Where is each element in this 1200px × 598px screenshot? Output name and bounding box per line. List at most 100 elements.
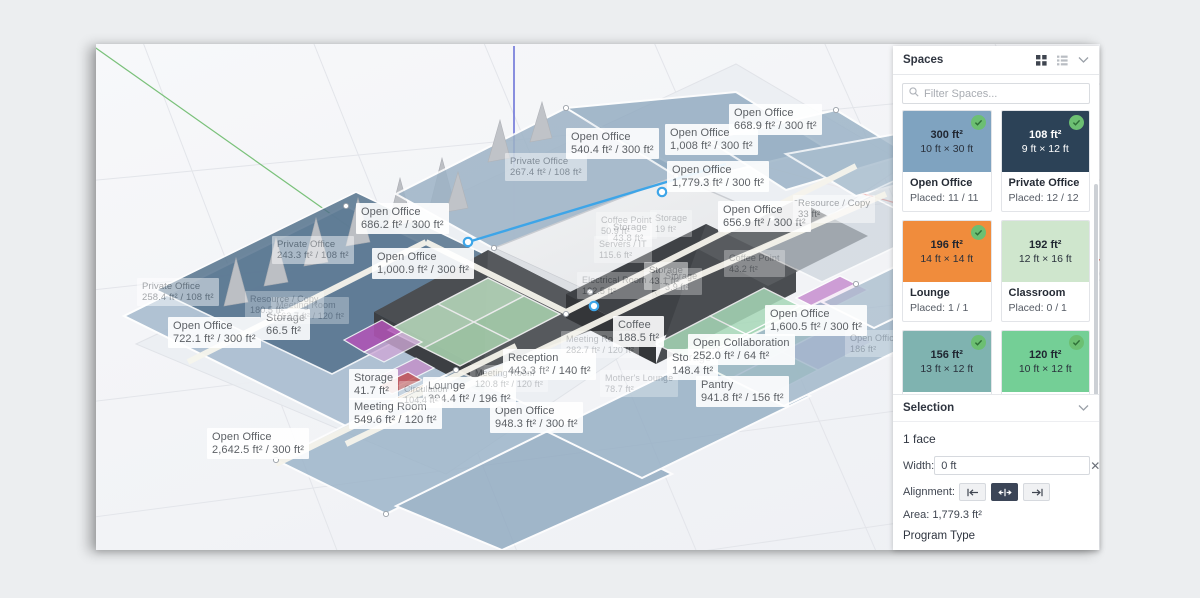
filter-spaces-wrap: [893, 75, 1099, 110]
space-swatch[interactable]: 108 ft² 9 ft × 12 ft: [1001, 111, 1089, 172]
panel-title: Spaces: [903, 54, 944, 66]
room-label-name: Resource / Copy: [798, 198, 871, 209]
room-label-value: 41.7 ft²: [354, 384, 390, 397]
space-card[interactable]: 120 ft²10 ft × 12 ftMeeting RoomPlaced: …: [1000, 330, 1090, 394]
space-placed-count: Placed: 1 / 1: [910, 302, 969, 314]
room-label-value: 1,779.3 ft² / 300 ft²: [672, 176, 764, 189]
filter-spaces-input[interactable]: [924, 87, 1083, 100]
room-label: Coffee Point 50.9 ft²: [596, 212, 657, 239]
room-label-name: Coffee Point: [729, 253, 780, 263]
room-label-value: 50.9 ft²: [601, 225, 630, 236]
selection-section: Selection 1 face Width: ✕ Alignment:: [893, 394, 1100, 550]
space-card[interactable]: 300 ft² 10 ft × 30 ft Open Office Placed: 1…: [902, 110, 992, 212]
room-label: Open Office 686.2 ft² / 300 ft²: [356, 203, 449, 234]
room-label-name: Open Office: [734, 107, 794, 119]
room-label-value: 78.7 ft²: [605, 383, 634, 394]
room-label-value: 686.2 ft² / 300 ft²: [361, 218, 444, 231]
room-label-value: 2,642.5 ft² / 300 ft²: [212, 443, 304, 456]
list-view-icon[interactable]: [1054, 52, 1070, 68]
selection-face-count: 1 face: [903, 432, 936, 446]
width-row: Width: ✕: [903, 456, 1100, 475]
space-swatch[interactable]: 196 ft² 14 ft × 14 ft: [903, 221, 991, 282]
room-label: Open Office 668.9 ft² / 300 ft²: [729, 104, 822, 135]
width-input[interactable]: [934, 456, 1091, 475]
room-label-name: Mother's Lounge: [605, 373, 674, 383]
selection-title: Selection: [903, 402, 955, 414]
room-label-value: 43.2 ft²: [729, 263, 758, 274]
spaces-panel-header: Spaces: [893, 46, 1099, 75]
room-label-value: 180.5 ft²: [250, 304, 284, 315]
space-dimensions: 12 ft × 16 ft: [1018, 252, 1072, 265]
selection-header: Selection: [893, 395, 1099, 422]
space-placed-count: Placed: 12 / 12: [1008, 192, 1079, 204]
chevron-down-icon[interactable]: [1075, 52, 1091, 68]
room-label-name: Open Office: [173, 320, 233, 332]
room-label: Open Office 1,779.3 ft² / 300 ft²: [667, 161, 769, 192]
room-label-value: 668.9 ft² / 300 ft²: [734, 119, 817, 132]
room-label-value: 186 ft²: [850, 343, 877, 354]
space-area: 300 ft²: [930, 128, 963, 141]
room-label-name: Open Office: [571, 131, 631, 143]
alignment-row: Alignment:: [903, 483, 1089, 501]
room-label: Electrical Room 122.5 ft²: [577, 272, 652, 299]
room-label: Storage 3.9 ft²: [660, 268, 703, 295]
room-label-value: 243.3 ft² / 108 ft²: [277, 250, 349, 261]
room-label-name: Meeting Room: [475, 368, 535, 378]
spaces-scroll-area[interactable]: 300 ft² 10 ft × 30 ft Open Office Placed: 1…: [893, 110, 1099, 394]
space-placed-count: Placed: 11 / 11: [910, 192, 979, 204]
space-card-body: Meeting RoomPlaced: 8 / 8: [1002, 392, 1090, 394]
space-card[interactable]: 108 ft² 9 ft × 12 ft Private Office Placed:…: [1000, 110, 1090, 212]
grid-view-icon[interactable]: [1033, 52, 1049, 68]
align-right-button[interactable]: [1023, 483, 1050, 501]
spaces-scrollbar[interactable]: [1094, 184, 1098, 394]
room-label-value: 120.8 ft² / 120 ft²: [475, 378, 543, 389]
space-area: 192 ft²: [1029, 238, 1062, 251]
room-label: Open Office 722.1 ft² / 300 ft²: [168, 317, 261, 348]
space-dimensions: 10 ft × 12 ft: [1018, 362, 1072, 375]
align-left-button[interactable]: [959, 483, 986, 501]
space-swatch[interactable]: 120 ft² 10 ft × 12 ft: [1001, 331, 1089, 392]
room-label: Open Office 1,000.9 ft² / 300 ft²: [372, 248, 474, 279]
room-label-name: Open Office: [377, 251, 437, 263]
space-swatch[interactable]: 300 ft² 10 ft × 30 ft: [903, 111, 991, 172]
room-label: Servers / IT 115.6 ft²: [594, 236, 652, 263]
space-dimensions: 13 ft × 12 ft: [920, 362, 974, 375]
space-card[interactable]: 156 ft²13 ft × 12 ftPantryPlaced: 1 / 1: [902, 330, 992, 394]
room-label-name: Open Office: [361, 206, 421, 218]
room-label-name: Storage: [655, 213, 688, 223]
program-type-label: Program Type: [903, 530, 976, 542]
room-label: Private Office 267.4 ft² / 108 ft²: [505, 153, 587, 181]
room-label-value: 267.4 ft² / 108 ft²: [510, 167, 582, 178]
room-label-value: 3.9 ft²: [665, 281, 689, 292]
filter-spaces-box[interactable]: [902, 83, 1090, 104]
room-label-name: Servers / IT: [599, 239, 647, 249]
room-label-value: 1,008 ft² / 300 ft²: [670, 139, 753, 152]
space-swatch[interactable]: 156 ft² 13 ft × 12 ft: [903, 331, 991, 392]
check-icon: [970, 225, 986, 240]
space-card[interactable]: 192 ft² 12 ft × 16 ft Classroom Placed: 0 /…: [1000, 220, 1090, 322]
room-label-name: Resource / Copy: [250, 294, 319, 304]
space-dimensions: 14 ft × 14 ft: [920, 252, 974, 265]
selection-body: 1 face Width: ✕ Alignment:: [893, 422, 1100, 550]
room-label: Open Office 2,642.5 ft² / 300 ft²: [207, 428, 309, 459]
room-label-value: 258.4 ft² / 108 ft²: [142, 292, 214, 303]
space-swatch[interactable]: 192 ft² 12 ft × 16 ft: [1001, 221, 1089, 282]
check-icon: [1069, 335, 1084, 350]
room-label: Meeting Room 120.8 ft² / 120 ft²: [470, 365, 548, 392]
room-label-name: Open Office: [770, 308, 830, 320]
close-icon[interactable]: ✕: [1090, 459, 1100, 473]
space-card-body: Lounge Placed: 1 / 1: [903, 282, 991, 321]
room-label-value: 948.3 ft² / 300 ft²: [495, 417, 578, 430]
room-label-name: Open Office: [212, 431, 272, 443]
check-icon: [1069, 115, 1084, 130]
space-card[interactable]: 196 ft² 14 ft × 14 ft Lounge Placed: 1 / 1: [902, 220, 992, 322]
align-center-button[interactable]: [991, 483, 1018, 501]
check-icon: [970, 115, 986, 130]
chevron-down-icon[interactable]: [1075, 400, 1091, 416]
space-dimensions: 10 ft × 30 ft: [920, 142, 974, 155]
space-area: 156 ft²: [930, 348, 963, 361]
room-label-name: Pantry: [701, 379, 734, 391]
room-label-value: 104.4 ft²: [404, 394, 438, 405]
space-name: Private Office: [1008, 177, 1080, 189]
space-name: Classroom: [1008, 287, 1066, 299]
